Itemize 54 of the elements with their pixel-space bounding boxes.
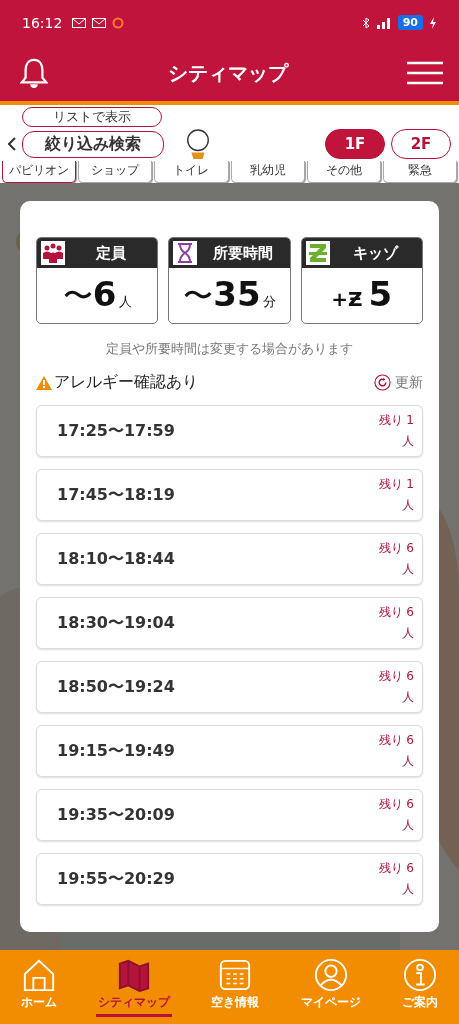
hourglass-icon [173, 241, 198, 265]
mail-icon [72, 17, 87, 28]
calendar-icon [218, 957, 253, 992]
mail-icon [92, 17, 107, 28]
floor-tab[interactable]: 1F [325, 129, 385, 159]
time-slot[interactable]: 17:45〜18:19 残り 1 人 [36, 469, 423, 521]
category-chip[interactable]: パビリオン [2, 161, 77, 183]
time-slot[interactable]: 18:50〜19:24 残り 6 人 [36, 661, 423, 713]
warning-icon [36, 375, 52, 390]
charging-icon [429, 16, 437, 29]
refresh-button[interactable]: 更新 [374, 373, 423, 392]
value-prefix: 〜 [62, 277, 93, 315]
time-slot[interactable]: 19:15〜19:49 残り 6 人 [36, 725, 423, 777]
category-chip[interactable]: その他 [306, 161, 381, 183]
bluetooth-icon [361, 16, 370, 29]
filter-search-button[interactable]: 絞り込み検索 [22, 130, 164, 158]
value-unit: 分 [262, 293, 276, 311]
home-icon [21, 957, 56, 992]
notice-text: 定員や所要時間は変更する場合があります [105, 340, 354, 358]
floor-tab[interactable]: 2F [391, 129, 451, 159]
time-slot[interactable]: 19:55〜20:29 残り 6 人 [36, 853, 423, 905]
page-title: シティマップ [166, 59, 290, 87]
category-chip[interactable]: 緊急 [382, 161, 458, 183]
battery-level: 90 [397, 15, 423, 30]
time-slot[interactable]: 18:10〜18:44 残り 6 人 [36, 533, 423, 585]
info-card-value: 5 [368, 274, 393, 314]
allergy-label: アレルギー確認あり [54, 372, 198, 393]
category-chip[interactable]: ショップ [78, 161, 153, 183]
kidzo-coin-icon [305, 241, 330, 265]
value-unit: 人 [118, 293, 132, 311]
info-icon [403, 957, 438, 992]
time-slot[interactable]: 19:35〜20:09 残り 6 人 [36, 789, 423, 841]
chevron-left-icon[interactable] [8, 137, 16, 151]
category-chip[interactable]: トイレ [154, 161, 229, 183]
people-icon [41, 241, 65, 265]
list-view-button[interactable]: リストで表示 [22, 107, 162, 127]
info-card-title: 所要時間 [212, 243, 275, 263]
refresh-icon [374, 374, 391, 391]
category-chip[interactable]: 乳幼児 [230, 161, 305, 183]
info-card-value: 6 [92, 274, 117, 314]
ring-icon [112, 16, 125, 29]
info-card-value: 35 [213, 274, 261, 314]
time-slot[interactable]: 18:30〜19:04 残り 6 人 [36, 597, 423, 649]
info-card-title: キッゾ [352, 243, 400, 263]
value-prefix: 〜 [183, 277, 214, 315]
map-icon [117, 957, 152, 992]
menu-icon[interactable] [407, 61, 443, 85]
signal-icon [375, 16, 392, 29]
time-slot[interactable]: 17:25〜17:59 残り 1 人 [36, 405, 423, 457]
bell-icon[interactable] [20, 57, 48, 89]
user-icon [313, 957, 348, 992]
value-prefix: +Ƶ [331, 287, 363, 311]
status-time: 16:12 [22, 14, 63, 31]
info-card-title: 定員 [95, 243, 128, 263]
